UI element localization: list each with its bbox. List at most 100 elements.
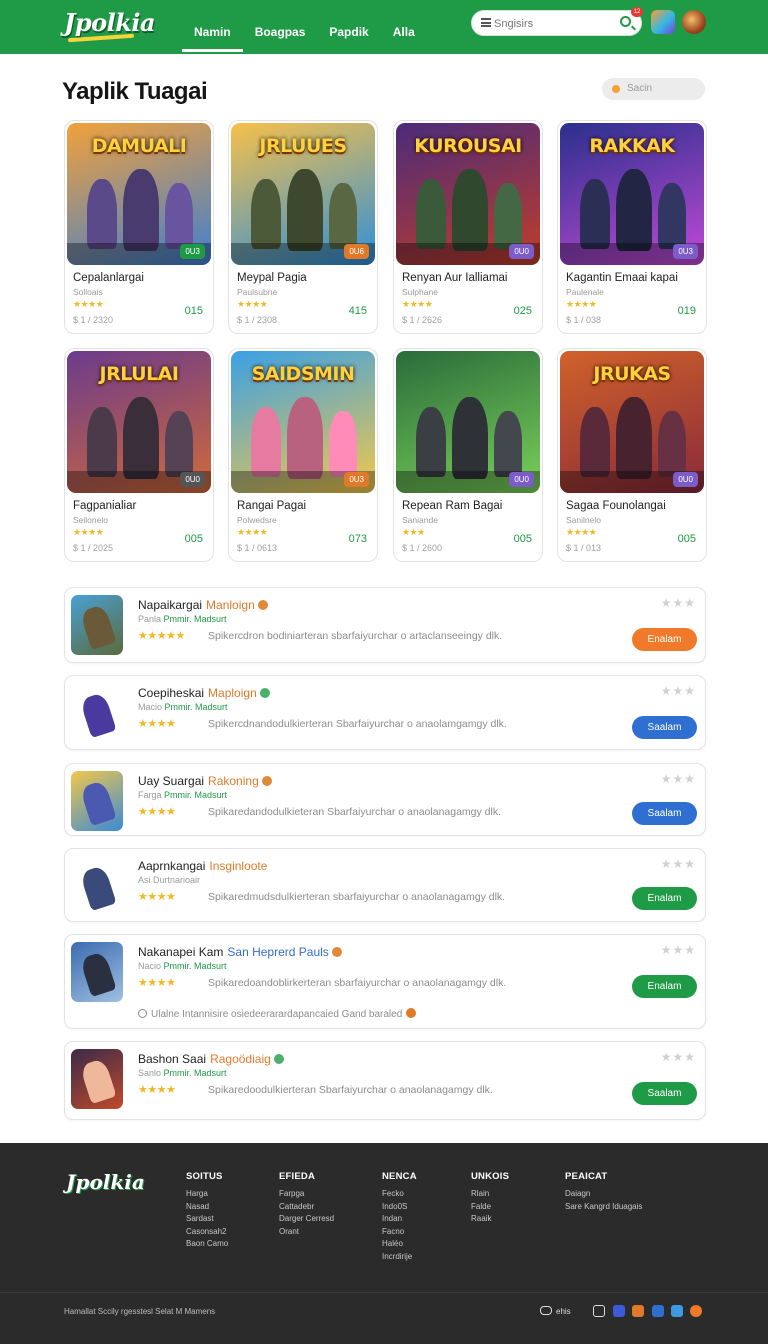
social-icon[interactable] xyxy=(671,1305,683,1317)
list-item[interactable]: Coepiheskai Maploign Macio Pmmir. Madsurt ★… xyxy=(64,675,706,750)
rate-stars[interactable]: ★★★ xyxy=(661,596,696,610)
row-subtitle: Farga Pmmir. Madsurt xyxy=(138,790,227,800)
game-icon[interactable] xyxy=(71,942,123,1002)
game-thumbnail[interactable]: KUROUSAI 0U0 xyxy=(396,123,540,265)
rate-stars[interactable]: ★★★ xyxy=(661,943,696,957)
search-input[interactable] xyxy=(494,15,614,33)
footer-link[interactable]: Incrdirije xyxy=(382,1251,417,1264)
game-name: Kagantin Emaai kapai xyxy=(566,272,678,284)
social-icon[interactable] xyxy=(652,1305,664,1317)
row-description: Spikaredandodulkieteran Sbarfaiyurchar o… xyxy=(208,806,502,818)
footer-link[interactable]: Darger Cerresd xyxy=(279,1213,334,1226)
list-item[interactable]: Napaikargai Manloign Panla Pmmir. Madsurt ★… xyxy=(64,587,706,663)
row-action-button[interactable]: Saalam xyxy=(632,716,697,739)
row-subtitle: Nacio Pmmir. Madsurt xyxy=(138,961,227,971)
row-action-button[interactable]: Saalam xyxy=(632,1082,697,1105)
rate-stars[interactable]: ★★★ xyxy=(661,772,696,786)
character-figure xyxy=(616,169,652,251)
rate-stars[interactable]: ★★★ xyxy=(661,684,696,698)
game-icon[interactable] xyxy=(71,595,123,655)
row-action-button[interactable]: Enalam xyxy=(632,887,697,910)
verified-icon xyxy=(261,776,272,786)
character-figure xyxy=(416,407,446,477)
footer-link[interactable]: Indan xyxy=(382,1213,417,1226)
social-icon[interactable] xyxy=(613,1305,625,1317)
nav-item-alla[interactable]: Alla xyxy=(381,0,427,54)
row-accent: Maploign xyxy=(208,686,257,700)
footer-link[interactable]: Farpga xyxy=(279,1188,334,1201)
thumbnail-tag: 0U3 xyxy=(344,472,369,487)
footer-link[interactable]: Orant xyxy=(279,1226,334,1239)
game-card[interactable]: JRLULAI 0U0 Fagpanialiar Seilonelo ★★★★ $ 1 /… xyxy=(64,348,214,562)
footer-link[interactable]: Nasad xyxy=(186,1201,228,1214)
list-item[interactable]: Uay Suargai Rakoning Farga Pmmir. Madsurt ★… xyxy=(64,763,706,836)
rate-stars[interactable]: ★★★ xyxy=(661,1050,696,1064)
nav-item-papdik[interactable]: Papdik xyxy=(317,0,380,54)
footer-link[interactable]: Rlain xyxy=(471,1188,509,1201)
search-icon[interactable] xyxy=(620,16,631,27)
apps-icon[interactable] xyxy=(651,10,675,34)
footer-link[interactable]: Indo0S xyxy=(382,1201,417,1214)
game-card[interactable]: JRLUUES 0U6 Meypal Pagia Paulsubne ★★★★ $ 1 /… xyxy=(228,120,378,334)
game-card[interactable]: 0U0 Repean Ram Bagai Saniande ★★★ $ 1 / 2600… xyxy=(393,348,543,562)
game-card[interactable]: SAIDSMIN 0U3 Rangai Pagai Polwedsre ★★★★ $ 1 … xyxy=(228,348,378,562)
social-icon[interactable] xyxy=(632,1305,644,1317)
row-action-button[interactable]: Enalam xyxy=(632,628,697,651)
row-action-button[interactable]: Enalam xyxy=(632,975,697,998)
game-name: Fagpanialiar xyxy=(73,500,137,512)
footer-link[interactable]: Sare Kangrd Iduagais xyxy=(565,1201,642,1214)
sort-button[interactable]: Sacin xyxy=(602,78,705,100)
social-icon[interactable] xyxy=(690,1305,702,1317)
game-icon[interactable] xyxy=(71,1049,123,1109)
row-note: Ulalne Intannisire osiedeerarardapancaie… xyxy=(138,1008,417,1020)
footer-link[interactable]: Daiagn xyxy=(565,1188,642,1201)
game-thumbnail[interactable]: RAKKAK 0U3 xyxy=(560,123,704,265)
game-thumbnail[interactable]: JRLUUES 0U6 xyxy=(231,123,375,265)
list-item[interactable]: Bashon Saai Ragoödiaig Sanlo Pmmir. Madsur… xyxy=(64,1041,706,1120)
game-icon[interactable] xyxy=(71,856,123,916)
avatar[interactable] xyxy=(682,10,706,34)
footer-link[interactable]: Haléo xyxy=(382,1238,417,1251)
language-label: ehis xyxy=(556,1307,571,1316)
site-logo[interactable]: Jpolkia xyxy=(64,8,156,43)
footer-link[interactable]: Sardast xyxy=(186,1213,228,1226)
character-figure xyxy=(580,407,610,477)
character-figure xyxy=(123,169,159,251)
thumbnail-title: JRUKAS xyxy=(593,363,671,385)
footer-logo[interactable]: Jpolkia xyxy=(66,1170,145,1194)
footer-link[interactable]: Casonsah2 xyxy=(186,1226,228,1239)
footer-link[interactable]: Falde xyxy=(471,1201,509,1214)
game-card[interactable]: KUROUSAI 0U0 Renyan Aur Ialliamai Sulphane ★… xyxy=(393,120,543,334)
star-rating: ★★★★ xyxy=(402,299,433,309)
game-thumbnail[interactable]: SAIDSMIN 0U3 xyxy=(231,351,375,493)
language-selector[interactable]: ehis xyxy=(540,1306,571,1316)
footer-link[interactable]: Baon Camo xyxy=(186,1238,228,1251)
game-card[interactable]: JRUKAS 0U0 Sagaa Founolangai Sanilnelo ★★★★ $… xyxy=(557,348,707,562)
footer-column: UNKOIS Rlain Falde Raaik xyxy=(471,1171,509,1226)
menu-icon[interactable] xyxy=(481,18,491,27)
share-icon[interactable] xyxy=(593,1305,605,1317)
game-thumbnail[interactable]: DAMUALI 0U3 xyxy=(67,123,211,265)
nav-item-boagpas[interactable]: Boagpas xyxy=(243,0,318,54)
game-card[interactable]: DAMUALI 0U3 Cepalanlargai Solloais ★★★★ $ 1 /… xyxy=(64,120,214,334)
game-icon[interactable] xyxy=(71,771,123,831)
game-thumbnail[interactable]: JRUKAS 0U0 xyxy=(560,351,704,493)
nav-item-namin[interactable]: Namin xyxy=(182,0,243,54)
footer-link[interactable]: Cattadebr xyxy=(279,1201,334,1214)
footer-link[interactable]: Fecko xyxy=(382,1188,417,1201)
game-icon[interactable] xyxy=(71,683,123,743)
footer-link[interactable]: Facno xyxy=(382,1226,417,1239)
game-thumbnail[interactable]: 0U0 xyxy=(396,351,540,493)
rate-stars[interactable]: ★★★ xyxy=(661,857,696,871)
footer-link[interactable]: Raaik xyxy=(471,1213,509,1226)
game-thumbnail[interactable]: JRLULAI 0U0 xyxy=(67,351,211,493)
footer-link[interactable]: Harga xyxy=(186,1188,228,1201)
row-action-button[interactable]: Saalam xyxy=(632,802,697,825)
game-card[interactable]: RAKKAK 0U3 Kagantin Emaai kapai Paulenale ★★… xyxy=(557,120,707,334)
game-name: Renyan Aur Ialliamai xyxy=(402,272,508,284)
list-item[interactable]: Nakanapei Kam San Heprerd Pauls Nacio Pmmi… xyxy=(64,934,706,1029)
thumbnail-tag: 0U6 xyxy=(344,244,369,259)
list-item[interactable]: Aaprnkangai Insginloote Asi Durtnarioair ★… xyxy=(64,848,706,922)
row-subtitle: Macio Pmmir. Madsurt xyxy=(138,702,228,712)
globe-icon xyxy=(540,1306,552,1315)
